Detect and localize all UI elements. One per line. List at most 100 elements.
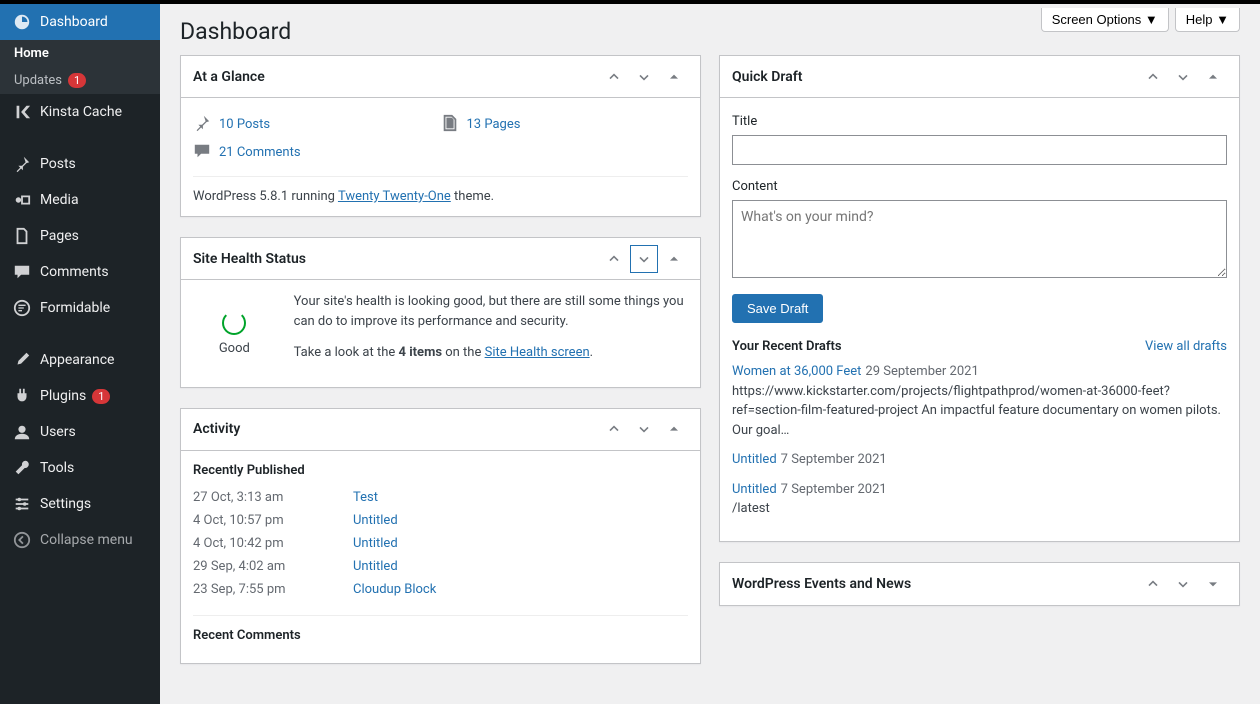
activity-row: 29 Sep, 4:02 amUntitled — [193, 555, 688, 578]
sidebar-item-pages[interactable]: Pages — [0, 218, 160, 254]
activity-post-link[interactable]: Test — [353, 490, 378, 505]
wrench-icon — [12, 458, 32, 478]
move-down-button[interactable] — [630, 245, 658, 273]
draft-date: 7 September 2021 — [781, 482, 887, 497]
sidebar-item-tools[interactable]: Tools — [0, 450, 160, 486]
media-icon — [12, 190, 32, 210]
activity-box: Activity Recently Published 27 Oct, 3:13… — [180, 408, 701, 664]
draft-item: Untitled 7 September 2021/latest — [732, 480, 1227, 519]
comments-icon — [12, 262, 32, 282]
sidebar-item-media[interactable]: Media — [0, 182, 160, 218]
glance-posts[interactable]: 10 Posts — [193, 110, 441, 138]
save-draft-button[interactable]: Save Draft — [732, 294, 823, 323]
activity-post-link[interactable]: Untitled — [353, 536, 398, 551]
draft-excerpt: https://www.kickstarter.com/projects/fli… — [732, 382, 1227, 441]
admin-sidebar: Dashboard Home Updates1 Kinsta Cache Pos… — [0, 4, 160, 704]
draft-link[interactable]: Women at 36,000 Feet — [732, 364, 861, 379]
help-button[interactable]: Help ▼ — [1175, 8, 1240, 32]
activity-date: 29 Sep, 4:02 am — [193, 559, 353, 574]
health-heading: Site Health Status — [193, 251, 306, 267]
draft-link[interactable]: Untitled — [732, 452, 777, 467]
pin-icon — [12, 154, 32, 174]
sidebar-label: Dashboard — [40, 14, 108, 30]
toggle-button[interactable] — [660, 415, 688, 443]
events-heading: WordPress Events and News — [732, 576, 911, 592]
draft-excerpt: /latest — [732, 499, 1227, 519]
site-health-box: Site Health Status Good — [180, 237, 701, 388]
users-icon — [12, 422, 32, 442]
title-label: Title — [732, 114, 1227, 129]
move-down-button[interactable] — [1169, 570, 1197, 598]
move-down-button[interactable] — [630, 63, 658, 91]
plugin-icon — [12, 386, 32, 406]
health-indicator-icon — [222, 311, 246, 335]
recent-drafts-heading: Your Recent Drafts — [732, 339, 842, 354]
pin-icon — [193, 114, 213, 134]
sidebar-item-kinsta[interactable]: Kinsta Cache — [0, 94, 160, 130]
draft-date: 29 September 2021 — [865, 364, 978, 379]
activity-post-link[interactable]: Untitled — [353, 513, 398, 528]
sidebar-item-dashboard[interactable]: Dashboard — [0, 4, 160, 40]
activity-heading: Activity — [193, 421, 240, 437]
sidebar-item-users[interactable]: Users — [0, 414, 160, 450]
activity-date: 4 Oct, 10:42 pm — [193, 536, 353, 551]
sidebar-item-appearance[interactable]: Appearance — [0, 342, 160, 378]
move-up-button[interactable] — [600, 245, 628, 273]
move-up-button[interactable] — [600, 63, 628, 91]
recently-published-heading: Recently Published — [193, 463, 688, 478]
wp-version-text: WordPress 5.8.1 running Twenty Twenty-On… — [193, 176, 688, 204]
sidebar-collapse[interactable]: Collapse menu — [0, 522, 160, 558]
toggle-button[interactable] — [660, 245, 688, 273]
glance-pages[interactable]: 13 Pages — [441, 110, 689, 138]
kinsta-icon — [12, 102, 32, 122]
theme-link[interactable]: Twenty Twenty-One — [338, 189, 451, 204]
sidebar-item-plugins[interactable]: Plugins 1 — [0, 378, 160, 414]
toggle-button[interactable] — [1199, 570, 1227, 598]
activity-row: 4 Oct, 10:42 pmUntitled — [193, 532, 688, 555]
move-down-button[interactable] — [1169, 63, 1197, 91]
site-health-link[interactable]: Site Health screen — [485, 345, 590, 360]
activity-date: 4 Oct, 10:57 pm — [193, 513, 353, 528]
quickdraft-heading: Quick Draft — [732, 69, 802, 85]
recent-comments-heading: Recent Comments — [193, 628, 688, 643]
sidebar-item-settings[interactable]: Settings — [0, 486, 160, 522]
draft-title-input[interactable] — [732, 135, 1227, 165]
events-news-box: WordPress Events and News — [719, 562, 1240, 606]
main-content: Screen Options ▼ Help ▼ Dashboard At a G… — [160, 4, 1260, 704]
sidebar-item-comments[interactable]: Comments — [0, 254, 160, 290]
brush-icon — [12, 350, 32, 370]
activity-post-link[interactable]: Cloudup Block — [353, 582, 436, 597]
glance-comments[interactable]: 21 Comments — [193, 138, 441, 166]
toggle-button[interactable] — [1199, 63, 1227, 91]
move-up-button[interactable] — [600, 415, 628, 443]
draft-link[interactable]: Untitled — [732, 482, 777, 497]
dashboard-icon — [12, 12, 32, 32]
sidebar-sub-updates[interactable]: Updates1 — [0, 67, 160, 94]
activity-row: 23 Sep, 7:55 pmCloudup Block — [193, 578, 688, 601]
collapse-icon — [12, 530, 32, 550]
sidebar-item-posts[interactable]: Posts — [0, 146, 160, 182]
activity-row: 27 Oct, 3:13 amTest — [193, 486, 688, 509]
sidebar-sub-home[interactable]: Home — [0, 40, 160, 67]
activity-date: 27 Oct, 3:13 am — [193, 490, 353, 505]
quick-draft-box: Quick Draft Title Content Save Draft — [719, 55, 1240, 542]
move-down-button[interactable] — [630, 415, 658, 443]
activity-post-link[interactable]: Untitled — [353, 559, 398, 574]
sidebar-item-formidable[interactable]: Formidable — [0, 290, 160, 326]
formidable-icon — [12, 298, 32, 318]
comment-icon — [193, 142, 213, 162]
draft-date: 7 September 2021 — [781, 452, 887, 467]
health-description: Your site's health is looking good, but … — [294, 292, 688, 331]
screen-options-button[interactable]: Screen Options ▼ — [1041, 8, 1169, 32]
move-up-button[interactable] — [1139, 570, 1167, 598]
draft-item: Women at 36,000 Feet 29 September 2021 htt… — [732, 362, 1227, 440]
sliders-icon — [12, 494, 32, 514]
draft-item: Untitled 7 September 2021 — [732, 450, 1227, 470]
content-label: Content — [732, 179, 1227, 194]
draft-content-textarea[interactable] — [732, 200, 1227, 278]
move-up-button[interactable] — [1139, 63, 1167, 91]
activity-row: 4 Oct, 10:57 pmUntitled — [193, 509, 688, 532]
health-status: Good — [219, 341, 250, 356]
view-all-drafts-link[interactable]: View all drafts — [1145, 339, 1227, 354]
toggle-button[interactable] — [660, 63, 688, 91]
